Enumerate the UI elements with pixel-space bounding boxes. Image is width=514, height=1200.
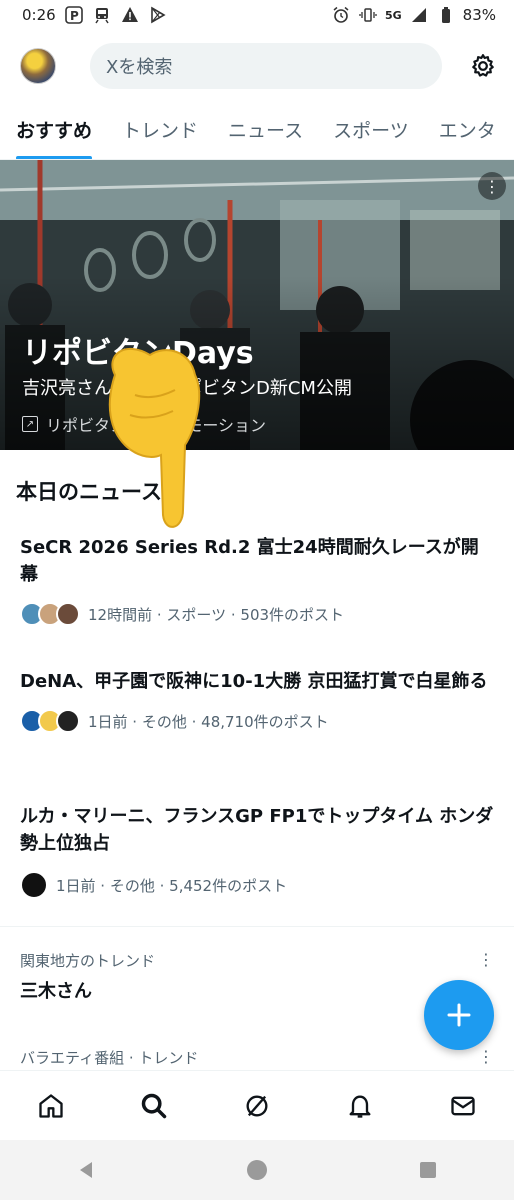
tab-trending[interactable]: トレンド: [122, 104, 198, 159]
train-icon: [92, 6, 112, 24]
svg-text:P: P: [70, 9, 79, 23]
nav-messages-icon[interactable]: [438, 1081, 488, 1131]
compose-button[interactable]: [424, 980, 494, 1050]
alarm-icon: [331, 6, 351, 24]
news-avatars: [20, 709, 80, 733]
news-avatars: [20, 602, 80, 626]
recents-icon[interactable]: [408, 1150, 448, 1190]
news-meta-text: 12時間前 · スポーツ · 503件のポスト: [88, 605, 345, 624]
hero-more-options-icon[interactable]: ⋮: [478, 172, 506, 200]
promoted-arrow-icon: ↗: [22, 416, 38, 432]
promoted-hero-card[interactable]: ⋮ リポビタンDays 吉沢亮さん出演、リポビタンD新CM公開 ↗ リポビタンD…: [0, 160, 514, 450]
nav-home-icon[interactable]: [26, 1081, 76, 1131]
search-placeholder: Xを検索: [106, 57, 173, 78]
top-bar: Xを検索: [0, 40, 514, 92]
news-item[interactable]: ルカ・マリーニ、フランスGP FP1でトップタイム ホンダ勢上位独占 1日前 ·…: [20, 803, 494, 899]
warning-icon: [120, 6, 140, 24]
bottom-nav: [0, 1070, 514, 1140]
status-time: 0:26: [22, 6, 56, 24]
news-headline: DeNA、甲子園で阪神に10-1大勝 京田猛打賞で白星飾る: [20, 671, 488, 692]
section-divider: [0, 926, 514, 927]
trend-item[interactable]: バラエティ番組 · トレンド ⋮: [20, 1047, 494, 1068]
trend-name: 三木さん: [20, 981, 92, 1002]
trend-more-icon[interactable]: ⋮: [478, 950, 494, 969]
tab-news[interactable]: ニュース: [228, 104, 303, 159]
status-bar: 0:26 P 5G 83%: [0, 0, 514, 30]
hero-gradient: [0, 160, 514, 450]
signal-icon: [409, 6, 429, 24]
news-meta: 1日前 · その他 · 5,452件のポスト: [20, 871, 494, 899]
settings-gear-icon[interactable]: [468, 51, 498, 81]
news-headline: ルカ・マリーニ、フランスGP FP1でトップタイム ホンダ勢上位独占: [20, 806, 494, 854]
home-circle-icon[interactable]: [237, 1150, 277, 1190]
play-store-icon: [148, 6, 168, 24]
pointing-hand-icon: [108, 348, 201, 528]
vibrate-icon: [358, 6, 378, 24]
system-nav-bar: [0, 1140, 514, 1200]
nav-grok-icon[interactable]: [232, 1081, 282, 1131]
profile-avatar[interactable]: [20, 48, 56, 84]
battery-percent: 83%: [462, 6, 496, 24]
avatar: [56, 602, 80, 626]
trend-item[interactable]: 関東地方のトレンド 三木さん ⋮: [20, 950, 494, 1003]
battery-icon: [436, 6, 456, 24]
search-input[interactable]: Xを検索: [90, 43, 442, 89]
news-meta: 12時間前 · スポーツ · 503件のポスト: [20, 602, 494, 626]
news-meta: 1日前 · その他 · 48,710件のポスト: [20, 709, 494, 733]
news-item[interactable]: SeCR 2026 Series Rd.2 富士24時間耐久レースが開幕 12時…: [20, 534, 494, 626]
tab-recommended[interactable]: おすすめ: [16, 104, 93, 159]
plus-icon: [447, 1003, 471, 1027]
news-avatars: [20, 871, 48, 899]
avatar: [20, 871, 48, 899]
network-type: 5G: [384, 8, 402, 22]
trend-category: バラエティ番組 · トレンド: [20, 1049, 199, 1067]
news-headline: SeCR 2026 Series Rd.2 富士24時間耐久レースが開幕: [20, 537, 479, 585]
news-meta-text: 1日前 · その他 · 5,452件のポスト: [56, 876, 288, 895]
nav-search-icon[interactable]: [129, 1081, 179, 1131]
avatar: [56, 709, 80, 733]
tab-sports[interactable]: スポーツ: [333, 104, 409, 159]
explore-tabs: おすすめ トレンド ニュース スポーツ エンタ: [0, 104, 514, 160]
news-item[interactable]: DeNA、甲子園で阪神に10-1大勝 京田猛打賞で白星飾る 1日前 · その他 …: [20, 668, 494, 733]
news-meta-text: 1日前 · その他 · 48,710件のポスト: [88, 712, 329, 731]
back-icon[interactable]: [66, 1150, 106, 1190]
paypay-icon: P: [64, 6, 84, 24]
trend-category: 関東地方のトレンド: [20, 952, 156, 970]
trend-more-icon[interactable]: ⋮: [478, 1047, 494, 1066]
tab-entertainment[interactable]: エンタ: [439, 104, 496, 159]
nav-notifications-icon[interactable]: [335, 1081, 385, 1131]
